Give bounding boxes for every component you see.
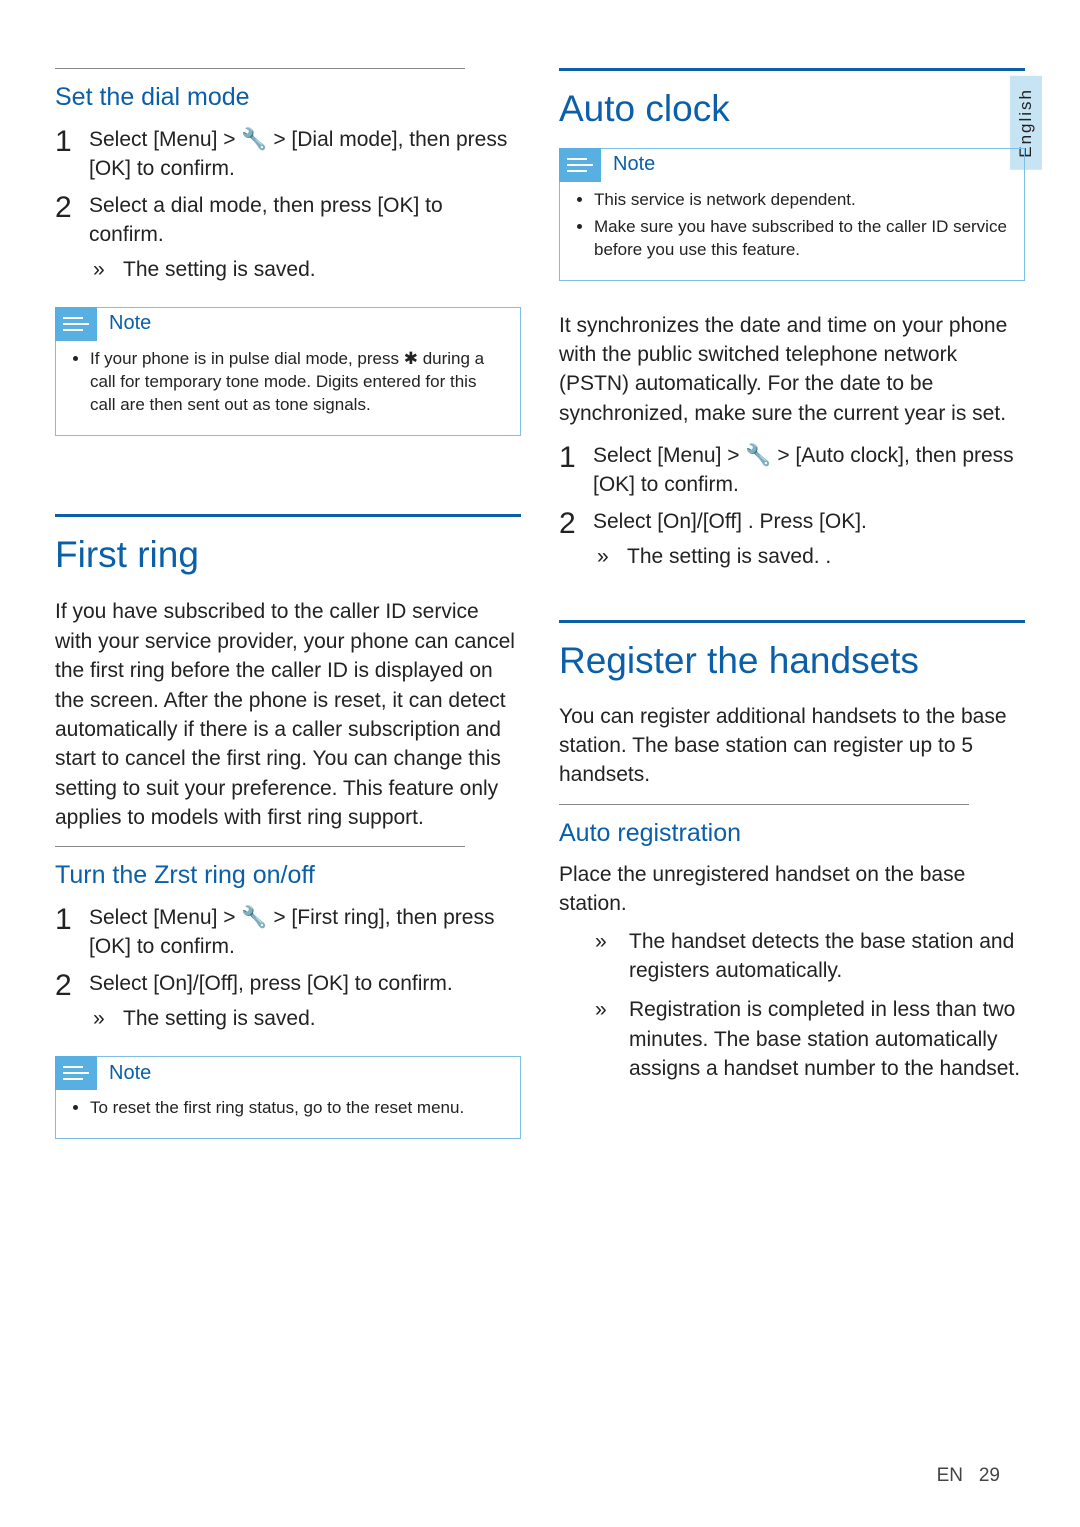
step: 2 Select [On]/[Off], press [OK] to confi… — [55, 970, 521, 1034]
note-icon — [55, 307, 97, 341]
note-box-auto-clock: Note This service is network dependent. … — [559, 148, 1025, 281]
step-text: Select [Menu] > 🔧 > [First ring], then p… — [89, 904, 521, 962]
note-text: To reset the first ring status, go to th… — [90, 1097, 506, 1120]
step: 1 Select [Menu] > 🔧 > [First ring], then… — [55, 904, 521, 962]
step-text: Select [On]/[Off] . Press [OK]. » The se… — [593, 508, 1025, 572]
step: 1 Select [Menu] > 🔧 > [Auto clock], then… — [559, 442, 1025, 500]
note-text: Make sure you have subscribed to the cal… — [594, 216, 1010, 262]
results-auto-reg: » The handset detects the base station a… — [595, 927, 1025, 1084]
step-number: 1 — [559, 442, 593, 474]
rule — [55, 846, 465, 847]
step: 1 Select [Menu] > 🔧 > [Dial mode], then … — [55, 126, 521, 184]
subheading-auto-registration: Auto registration — [559, 819, 1025, 848]
result-text: The setting is saved. . — [627, 543, 831, 572]
step-number: 2 — [559, 508, 593, 540]
footer-lang: EN — [937, 1465, 963, 1486]
rule-main — [559, 68, 1025, 71]
rule-main — [55, 514, 521, 517]
result-text: The setting is saved. — [123, 256, 316, 285]
page-columns: Set the dial mode 1 Select [Menu] > 🔧 > … — [55, 60, 1025, 1169]
result-arrow-icon: » — [93, 1005, 123, 1034]
step-text: Select a dial mode, then press [OK] to c… — [89, 192, 521, 285]
note-box-dial: Note If your phone is in pulse dial mode… — [55, 307, 521, 436]
note-box-first-ring: Note To reset the first ring status, go … — [55, 1056, 521, 1139]
note-icon — [55, 1056, 97, 1090]
note-text: This service is network dependent. — [594, 189, 1010, 212]
left-column: Set the dial mode 1 Select [Menu] > 🔧 > … — [55, 60, 521, 1169]
steps-dial-mode: 1 Select [Menu] > 🔧 > [Dial mode], then … — [55, 126, 521, 285]
result-arrow-icon: » — [595, 995, 629, 1083]
rule — [559, 804, 969, 805]
note-label: Note — [97, 1060, 151, 1087]
note-header: Note — [55, 1056, 151, 1090]
subheading-first-ring-toggle: Turn the Zrst ring on/off — [55, 861, 521, 890]
right-column: Auto clock Note This service is network … — [559, 60, 1025, 1169]
step-number: 1 — [55, 126, 89, 158]
step-main: Select [On]/[Off], press [OK] to confirm… — [89, 972, 453, 995]
step-main: Select a dial mode, then press [OK] to c… — [89, 194, 443, 246]
heading-auto-clock: Auto clock — [559, 89, 1025, 130]
footer-page: 29 — [979, 1465, 1000, 1486]
result-arrow-icon: » — [93, 256, 123, 285]
step: 2 Select [On]/[Off] . Press [OK]. » The … — [559, 508, 1025, 572]
note-text: If your phone is in pulse dial mode, pre… — [90, 348, 506, 417]
result-text: The handset detects the base station and… — [629, 927, 1025, 986]
result: » The setting is saved. — [93, 1005, 521, 1034]
step-text: Select [On]/[Off], press [OK] to confirm… — [89, 970, 521, 1034]
step-text: Select [Menu] > 🔧 > [Auto clock], then p… — [593, 442, 1025, 500]
note-label: Note — [97, 310, 151, 337]
rule — [55, 68, 465, 69]
result: » The handset detects the base station a… — [595, 927, 1025, 986]
note-header: Note — [55, 307, 151, 341]
result-text: The setting is saved. — [123, 1005, 316, 1034]
subheading-dial-mode: Set the dial mode — [55, 83, 521, 112]
steps-first-ring: 1 Select [Menu] > 🔧 > [First ring], then… — [55, 904, 521, 1034]
paragraph-auto-reg: Place the unregistered handset on the ba… — [559, 860, 1025, 919]
step-text: Select [Menu] > 🔧 > [Dial mode], then pr… — [89, 126, 521, 184]
step-number: 1 — [55, 904, 89, 936]
result-arrow-icon: » — [595, 927, 629, 986]
step-number: 2 — [55, 192, 89, 224]
result-text: Registration is completed in less than t… — [629, 995, 1025, 1083]
heading-first-ring: First ring — [55, 535, 521, 576]
note-label: Note — [601, 151, 655, 178]
rule-main — [559, 620, 1025, 623]
result: » Registration is completed in less than… — [595, 995, 1025, 1083]
steps-auto-clock: 1 Select [Menu] > 🔧 > [Auto clock], then… — [559, 442, 1025, 572]
result-arrow-icon: » — [597, 543, 627, 572]
note-icon — [559, 148, 601, 182]
paragraph-first-ring: If you have subscribed to the caller ID … — [55, 597, 521, 832]
paragraph-auto-clock: It synchronizes the date and time on you… — [559, 311, 1025, 429]
step-main: Select [On]/[Off] . Press [OK]. — [593, 510, 867, 533]
page-footer: EN 29 — [937, 1465, 1000, 1487]
result: » The setting is saved. . — [597, 543, 1025, 572]
note-header: Note — [559, 148, 655, 182]
step-number: 2 — [55, 970, 89, 1002]
result: » The setting is saved. — [93, 256, 521, 285]
paragraph-register: You can register additional handsets to … — [559, 702, 1025, 790]
step: 2 Select a dial mode, then press [OK] to… — [55, 192, 521, 285]
heading-register-handsets: Register the handsets — [559, 641, 1025, 682]
